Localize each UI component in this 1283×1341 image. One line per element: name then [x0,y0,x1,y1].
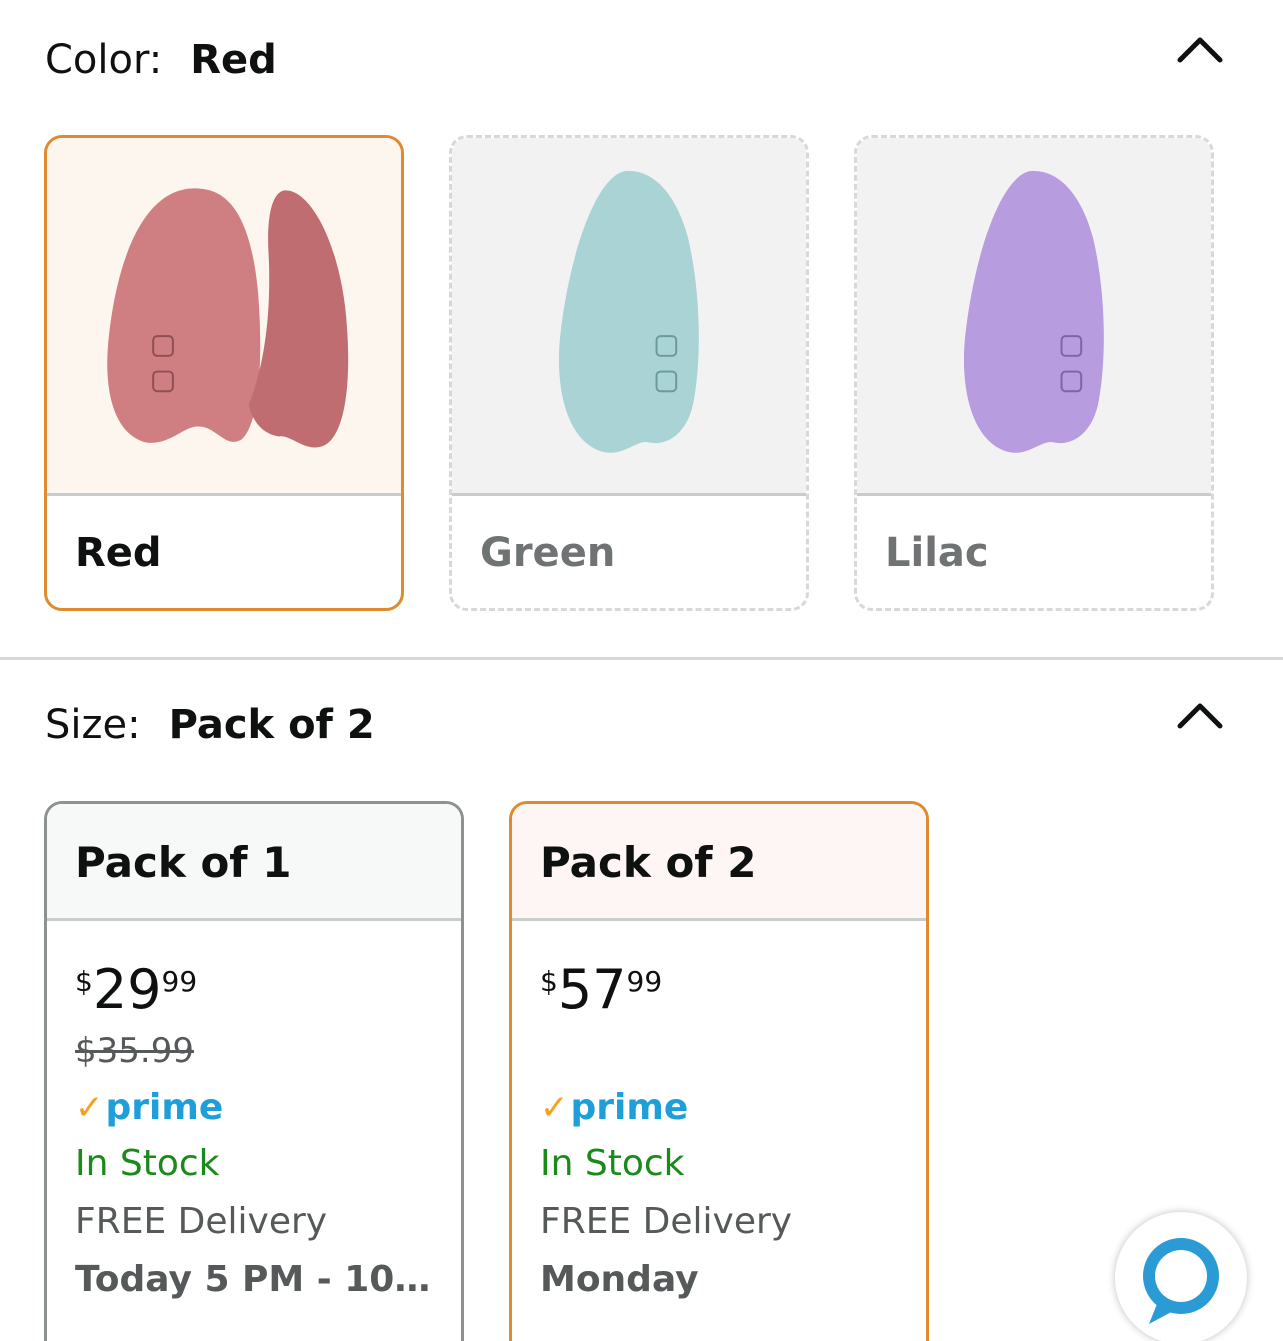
product-image-green [452,138,806,496]
size-header: Size: Pack of 2 [45,695,375,755]
delivery-label: FREE Delivery [75,1201,328,1242]
size-label: Size: [45,702,141,748]
color-option-label: Lilac [885,530,989,576]
alexa-button[interactable] [1115,1212,1247,1341]
delivery-date: Today 5 PM - 10… [75,1259,431,1300]
alexa-icon [1143,1238,1219,1324]
stock-status: In Stock [75,1143,220,1184]
price-symbol: $ [75,965,93,998]
size-option-title: Pack of 2 [512,804,926,921]
prime-label: prime [105,1087,224,1128]
product-image-red [47,138,401,496]
section-divider [0,657,1283,660]
price-fraction: 99 [626,965,663,998]
product-image-lilac [857,138,1211,496]
prime-check-icon: ✓ [75,1087,104,1128]
price: $ 29 99 [75,959,197,1021]
color-option-label: Red [75,530,162,576]
price-fraction: 99 [161,965,198,998]
color-header: Color: Red [45,30,277,90]
delivery-label: FREE Delivery [540,1201,793,1242]
prime-label: prime [570,1087,689,1128]
price: $ 57 99 [540,959,662,1021]
size-option-title: Pack of 1 [47,804,461,921]
color-option-lilac[interactable]: Lilac [854,135,1214,611]
color-option-label: Green [480,530,616,576]
chevron-up-icon[interactable] [1172,28,1228,68]
color-option-green[interactable]: Green [449,135,809,611]
size-option-pack-of-2[interactable]: Pack of 2 $ 57 99 ✓ prime In Stock FREE … [509,801,929,1341]
color-label: Color: [45,37,163,83]
delivery-date: Monday [540,1259,699,1300]
price-whole: 57 [557,958,627,1021]
price-whole: 29 [92,958,162,1021]
size-option-pack-of-1[interactable]: Pack of 1 $ 29 99 $35.99 ✓ prime In Stoc… [44,801,464,1341]
price-symbol: $ [540,965,558,998]
color-option-red[interactable]: Red [44,135,404,611]
size-selected-value: Pack of 2 [168,702,375,748]
prime-check-icon: ✓ [540,1087,569,1128]
color-selected-value: Red [190,37,277,83]
list-price: $35.99 [75,1031,194,1071]
prime-badge: ✓ prime [540,1087,688,1128]
stock-status: In Stock [540,1143,685,1184]
prime-badge: ✓ prime [75,1087,223,1128]
chevron-up-icon[interactable] [1172,694,1228,734]
